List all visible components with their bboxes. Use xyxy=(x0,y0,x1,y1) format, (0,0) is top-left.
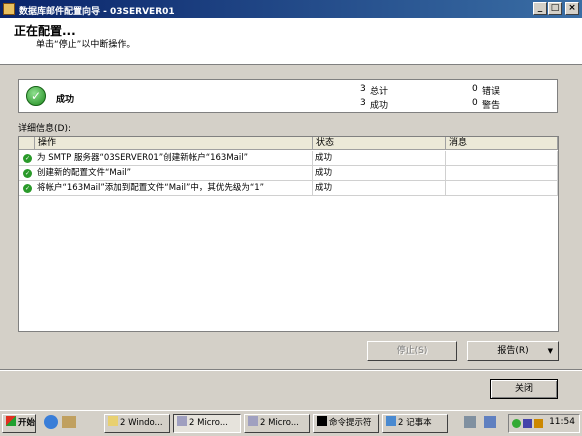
network-icon[interactable] xyxy=(523,419,532,428)
task-label: 2 记事本 xyxy=(398,418,432,428)
window-title: 数据库邮件配置向导 - 03SERVER01 xyxy=(19,7,175,17)
column-header-status[interactable]: 状态 xyxy=(313,137,446,150)
system-tray: 11:54 xyxy=(508,414,580,433)
warning-count: 0 xyxy=(472,98,478,108)
report-button[interactable]: 报告(R) ▼ xyxy=(467,341,559,361)
details-label: 详细信息(D): xyxy=(18,124,71,134)
taskbar-item[interactable]: 2 Micro... xyxy=(244,414,310,433)
explorer-icon[interactable] xyxy=(62,416,76,428)
start-button[interactable]: 开始 xyxy=(2,414,36,433)
tray-icon[interactable] xyxy=(512,419,521,428)
speaker-icon[interactable] xyxy=(534,419,543,428)
warning-label: 警告 xyxy=(482,101,501,111)
wizard-header: 正在配置... 单击“停止”以中断操作。 xyxy=(0,18,582,65)
success-count: 3 xyxy=(360,98,366,108)
taskbar-item[interactable]: 2 记事本 xyxy=(382,414,448,433)
dropdown-arrow-icon: ▼ xyxy=(547,347,553,355)
row-action: 将帐户“163Mail”添加到配置文件“Mail”中，其优先级为“1” xyxy=(35,181,313,195)
quicklaunch-icon[interactable] xyxy=(484,416,496,428)
taskbar: 开始 2 Windo... 2 Micro... 2 Micro... 命令提示… xyxy=(0,410,582,436)
row-message xyxy=(446,166,558,180)
task-label: 命令提示符 xyxy=(329,418,372,428)
task-label: 2 Micro... xyxy=(260,418,299,428)
total-label: 总计 xyxy=(370,87,389,97)
success-icon: ✓ xyxy=(23,154,32,163)
row-action: 为 SMTP 服务器“03SERVER01”创建新帐户“163Mail” xyxy=(35,151,313,165)
row-status: 成功 xyxy=(313,181,446,195)
success-icon: ✓ xyxy=(23,184,32,193)
quicklaunch-icon[interactable] xyxy=(464,416,476,428)
row-action: 创建新的配置文件“Mail” xyxy=(35,166,313,180)
task-label: 2 Micro... xyxy=(189,418,228,428)
taskbar-item[interactable]: 命令提示符 xyxy=(313,414,379,433)
app-icon xyxy=(3,3,15,15)
ie-icon[interactable] xyxy=(44,415,58,429)
close-button[interactable]: 关闭 xyxy=(490,379,558,399)
windows-logo-icon xyxy=(6,416,16,426)
notepad-icon xyxy=(386,416,396,426)
maximize-button[interactable]: □ xyxy=(548,2,562,15)
status-summary-panel: ✓ 成功 3 总计 3 成功 0 错误 0 警告 xyxy=(18,79,558,113)
row-status: 成功 xyxy=(313,166,446,180)
taskbar-item[interactable]: 2 Micro... xyxy=(173,414,241,433)
result-text: 成功 xyxy=(56,95,75,105)
success-check-icon: ✓ xyxy=(26,86,46,106)
clock: 11:54 xyxy=(549,417,575,427)
taskbar-item[interactable]: 2 Windo... xyxy=(104,414,170,433)
row-message xyxy=(446,151,558,165)
details-grid[interactable]: 操作 状态 消息 ✓ 为 SMTP 服务器“03SERVER01”创建新帐户“1… xyxy=(18,136,559,332)
row-status: 成功 xyxy=(313,151,446,165)
report-label: 报告(R) xyxy=(497,346,529,356)
page-subtitle: 单击“停止”以中断操作。 xyxy=(36,40,136,50)
folder-icon xyxy=(108,416,118,426)
success-label: 成功 xyxy=(370,101,389,111)
error-count: 0 xyxy=(472,84,478,94)
error-label: 错误 xyxy=(482,87,501,97)
table-row[interactable]: ✓ 为 SMTP 服务器“03SERVER01”创建新帐户“163Mail” 成… xyxy=(19,151,558,166)
cmd-icon xyxy=(317,416,327,426)
row-message xyxy=(446,181,558,195)
total-count: 3 xyxy=(360,84,366,94)
table-row[interactable]: ✓ 创建新的配置文件“Mail” 成功 xyxy=(19,166,558,181)
column-header-message[interactable]: 消息 xyxy=(446,137,558,150)
close-window-button[interactable]: × xyxy=(565,2,579,15)
stop-button[interactable]: 停止(S) xyxy=(367,341,457,361)
column-header-action[interactable]: 操作 xyxy=(35,137,313,150)
app-icon xyxy=(177,416,187,426)
success-icon: ✓ xyxy=(23,169,32,178)
table-row[interactable]: ✓ 将帐户“163Mail”添加到配置文件“Mail”中，其优先级为“1” 成功 xyxy=(19,181,558,196)
app-icon xyxy=(248,416,258,426)
separator xyxy=(0,369,582,371)
title-bar: 数据库邮件配置向导 - 03SERVER01 _ □ × xyxy=(0,0,582,18)
task-label: 2 Windo... xyxy=(120,418,163,428)
minimize-button[interactable]: _ xyxy=(533,2,547,15)
header-icon-column xyxy=(19,137,35,150)
start-label: 开始 xyxy=(18,418,36,428)
